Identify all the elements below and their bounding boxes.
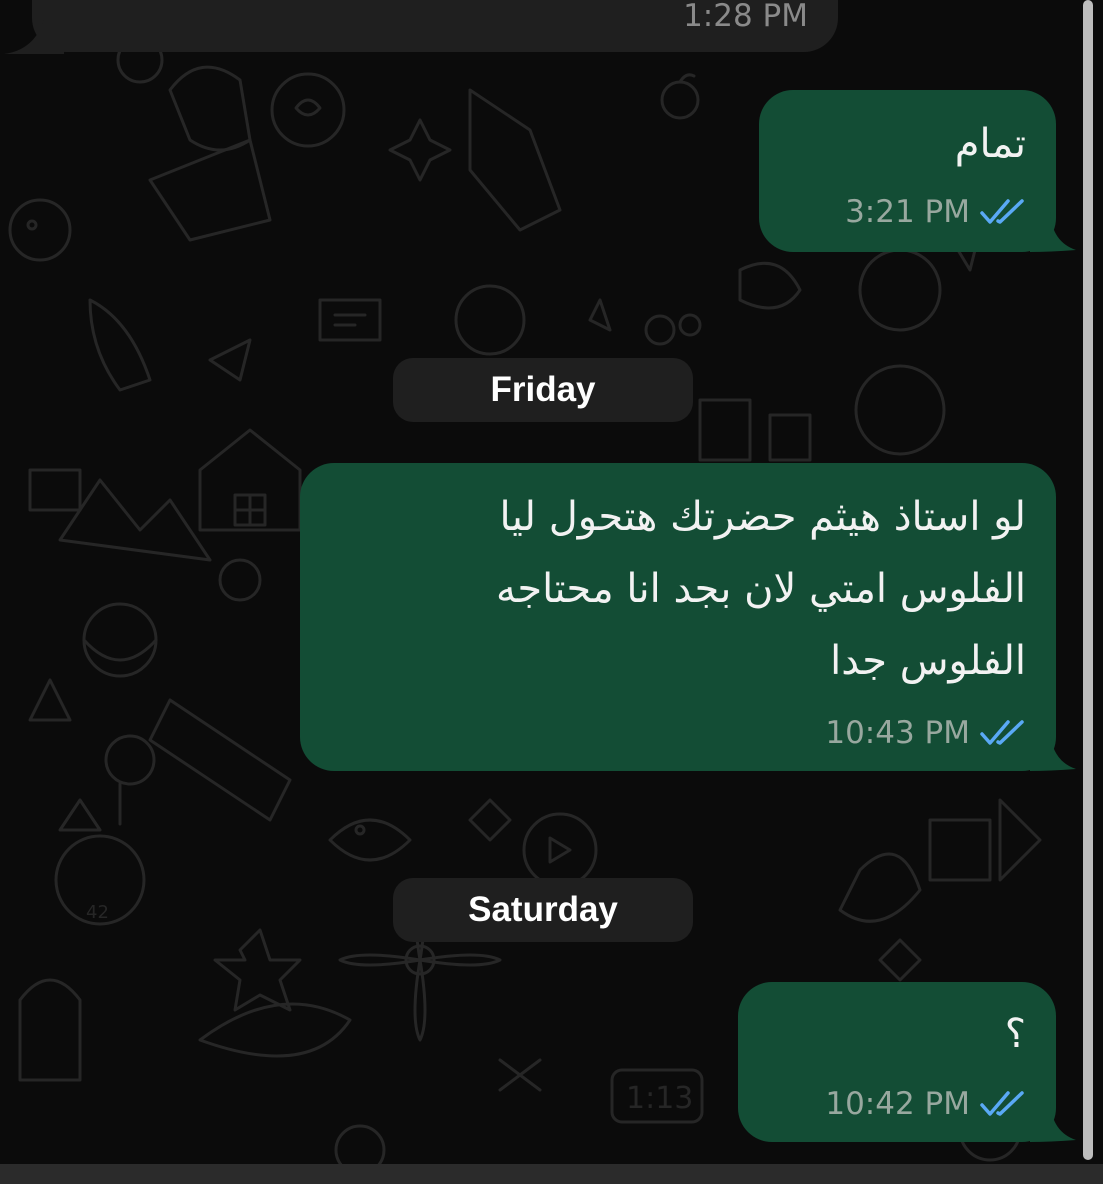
- message-time: 10:42 PM: [825, 1086, 970, 1122]
- svg-text:42: 42: [86, 902, 109, 923]
- outgoing-bubble-tail: [1030, 212, 1076, 252]
- bottom-bar: [0, 1164, 1103, 1184]
- incoming-message-bubble[interactable]: 1:28 PM: [32, 0, 838, 52]
- message-meta: 10:43 PM: [825, 715, 1026, 751]
- double-check-icon: [980, 720, 1024, 745]
- day-separator-saturday: Saturday: [393, 878, 693, 942]
- message-text: لو استاذ هيثم حضرتك هتحول ليا الفلوس امت…: [495, 494, 1026, 684]
- outgoing-message-bubble[interactable]: تمام 3:21 PM: [759, 90, 1056, 252]
- outgoing-bubble-tail: [1030, 1102, 1076, 1142]
- message-meta: 3:21 PM: [845, 194, 1026, 230]
- message-meta: 1:28 PM: [683, 0, 808, 34]
- double-check-icon: [980, 199, 1024, 224]
- incoming-bubble-tail: [4, 20, 64, 54]
- outgoing-message-bubble[interactable]: ؟ 10:42 PM: [738, 982, 1056, 1142]
- outgoing-message-bubble[interactable]: لو استاذ هيثم حضرتك هتحول ليا الفلوس امت…: [300, 463, 1056, 771]
- svg-text:1:13: 1:13: [626, 1081, 693, 1116]
- message-meta: 10:42 PM: [825, 1086, 1026, 1122]
- double-check-icon: [980, 1091, 1024, 1116]
- outgoing-bubble-tail: [1030, 731, 1076, 771]
- message-text: ؟: [1004, 1011, 1026, 1057]
- message-time: 3:21 PM: [845, 194, 970, 230]
- message-time: 10:43 PM: [825, 715, 970, 751]
- message-time: 1:28 PM: [683, 0, 808, 34]
- message-text: تمام: [954, 121, 1026, 167]
- scrollbar[interactable]: [1083, 0, 1093, 1160]
- day-separator-friday: Friday: [393, 358, 693, 422]
